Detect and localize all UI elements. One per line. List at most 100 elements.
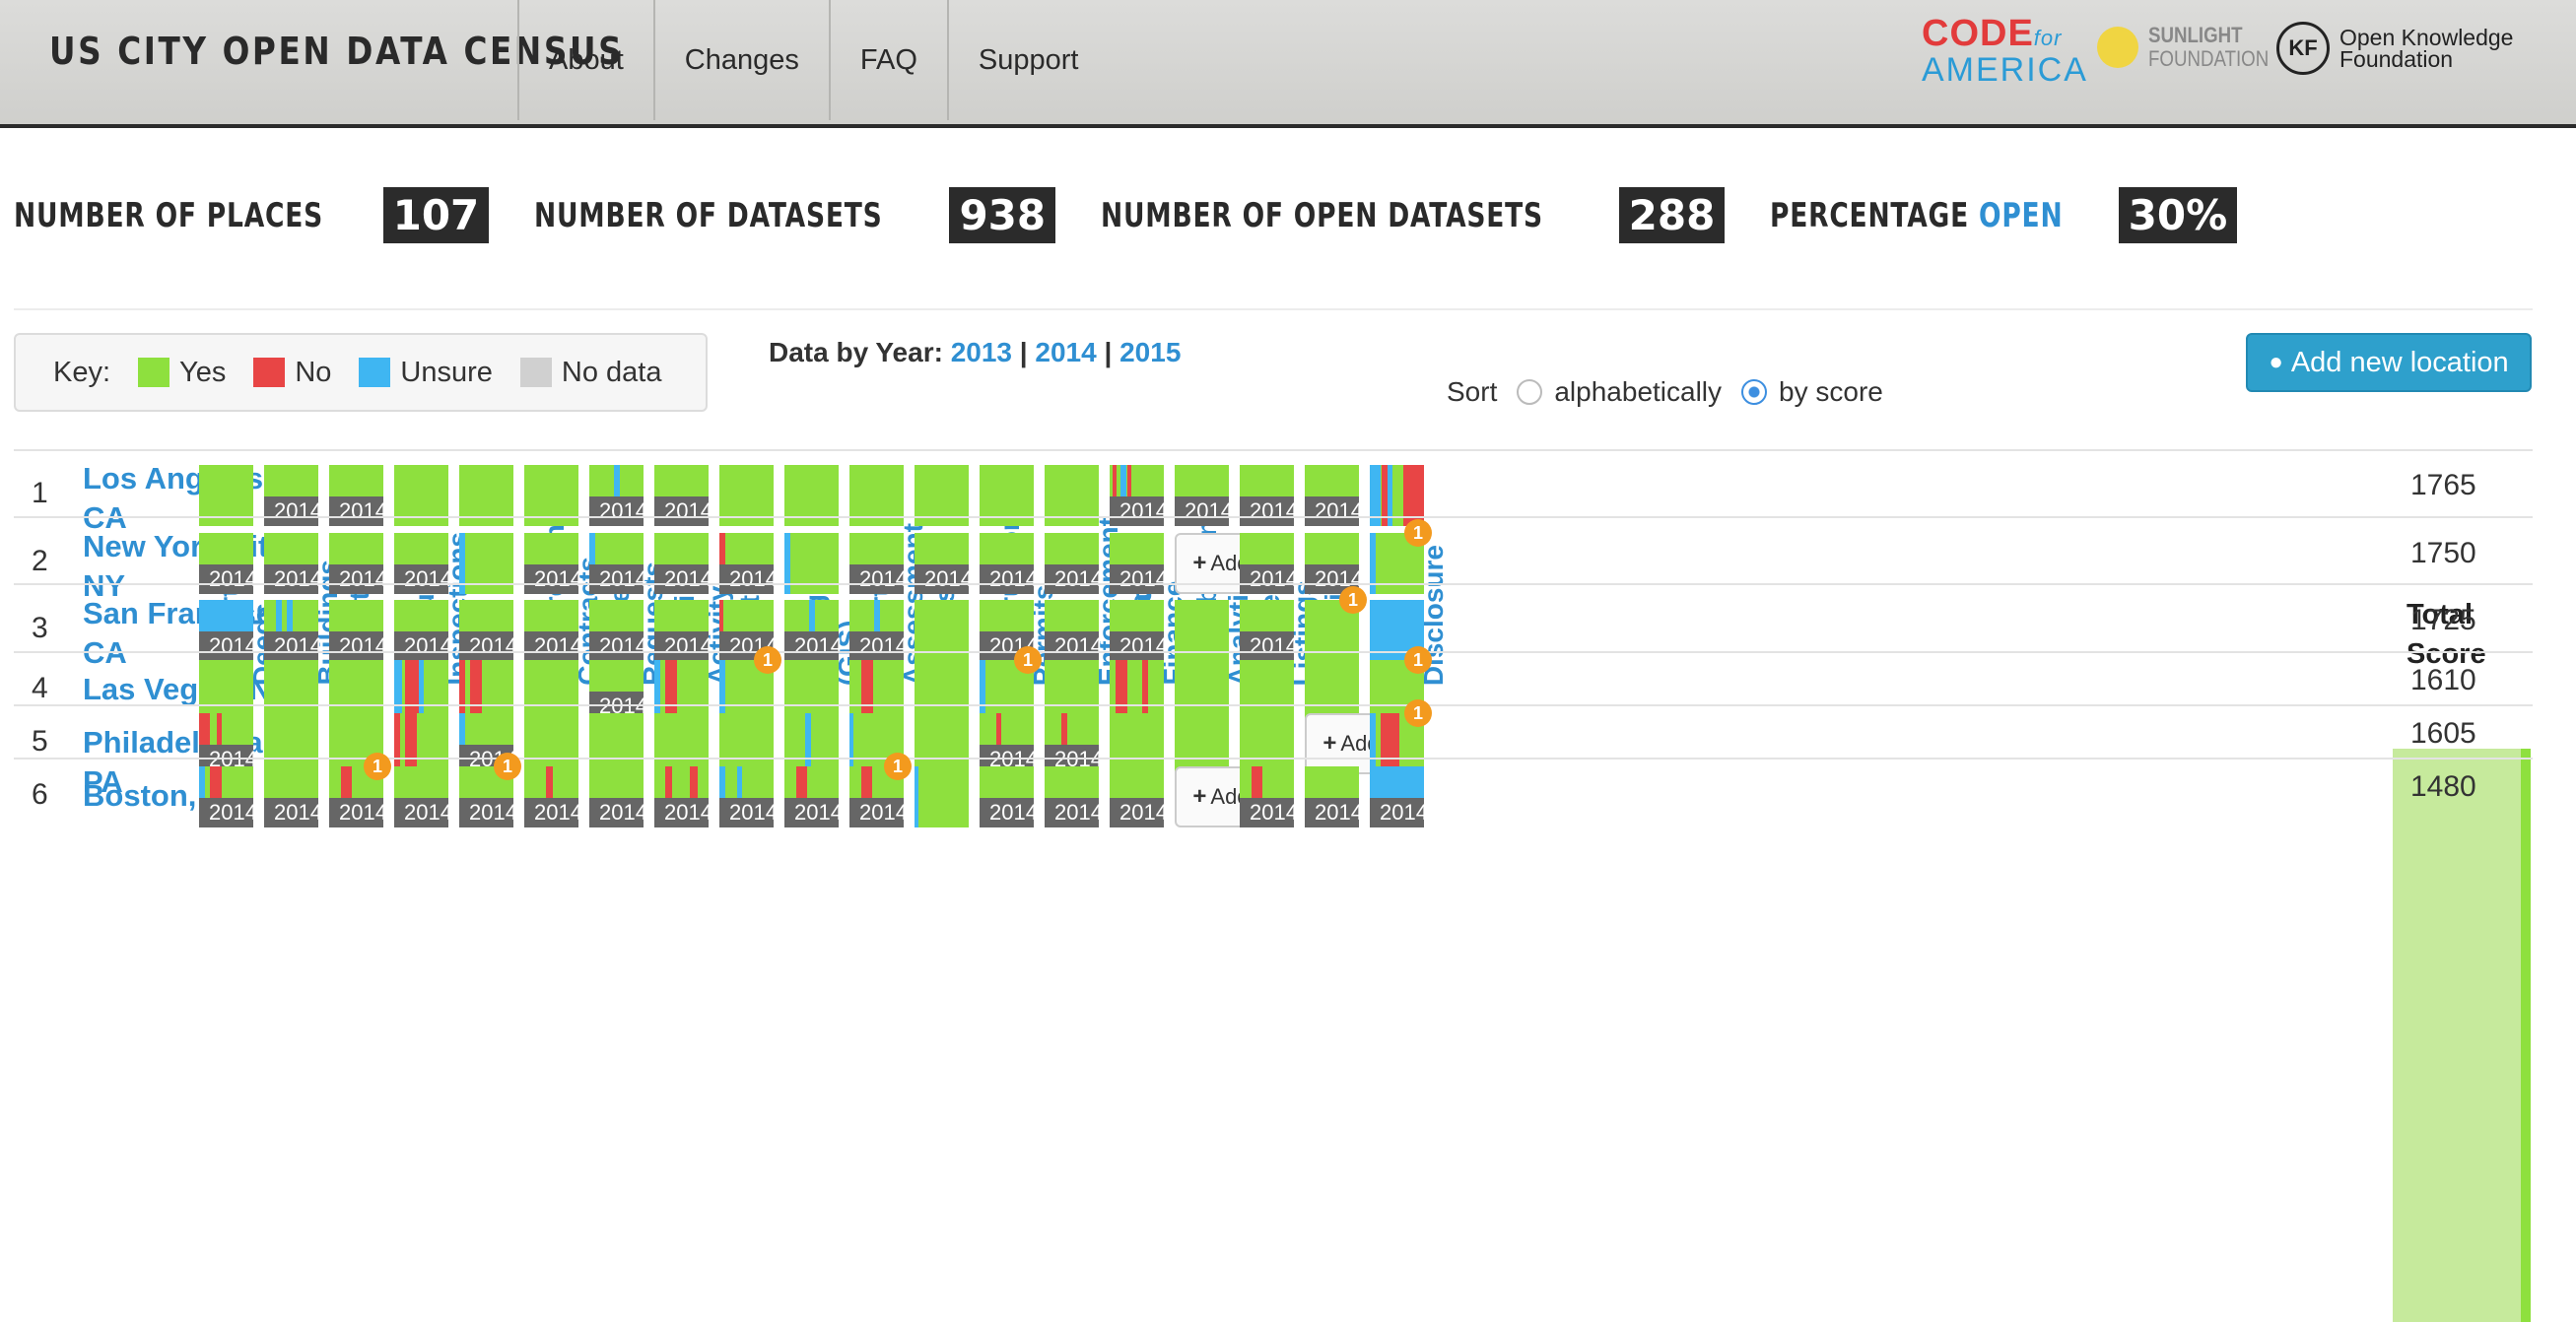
dataset-status-cell[interactable]: 2014	[394, 766, 452, 827]
status-no-segment	[405, 660, 419, 721]
dataset-status-cell[interactable]	[654, 660, 709, 721]
dataset-status-cell[interactable]: 2014	[1110, 766, 1168, 827]
dataset-status-cell[interactable]	[459, 660, 513, 721]
dataset-status-cell[interactable]: 2014 1	[329, 753, 391, 827]
dataset-status-cell[interactable]: 2014	[589, 766, 647, 827]
year-link-2013[interactable]: 2013	[951, 337, 1012, 367]
dataset-status-cell[interactable]: 2014	[1240, 766, 1298, 827]
dataset-status-cell[interactable]: 2014	[784, 766, 843, 827]
year-tag: 2014	[589, 631, 647, 661]
dataset-status-cell[interactable]: 2014	[719, 766, 778, 827]
notification-badge[interactable]: 1	[1339, 586, 1367, 614]
key-yes: Yes	[179, 356, 227, 388]
dataset-status-cell[interactable]: 2014 1	[849, 753, 912, 827]
dataset-status-cell[interactable]	[915, 766, 969, 827]
nav-support[interactable]: Support	[946, 0, 1109, 120]
sort-by-score-label[interactable]: by score	[1779, 376, 1883, 408]
years-label: Data by Year:	[769, 337, 943, 367]
dataset-status-cell[interactable]	[784, 660, 839, 721]
dataset-status-cell[interactable]: 1	[719, 646, 781, 721]
key-no-data: No data	[561, 356, 662, 388]
dataset-status-cell[interactable]: 1	[980, 646, 1042, 721]
dataset-status-cell[interactable]	[524, 713, 578, 774]
dataset-status-cell[interactable]	[1240, 713, 1294, 774]
year-tag: 2014	[980, 798, 1038, 827]
nav-about[interactable]: About	[517, 0, 653, 120]
rank-number: 3	[32, 612, 48, 644]
dataset-status-cell[interactable]: 2014	[1045, 766, 1103, 827]
status-unsure-segment	[849, 713, 854, 774]
code-for-america-logo[interactable]: CODEfor AMERICA	[1922, 15, 2088, 87]
notification-badge[interactable]: 1	[494, 753, 521, 780]
year-tag: 2014	[849, 798, 908, 827]
dataset-status-cell[interactable]: 1	[1370, 699, 1432, 774]
notification-badge[interactable]: 1	[884, 753, 912, 780]
dataset-status-cell[interactable]	[394, 660, 448, 721]
dataset-status-cell[interactable]	[915, 713, 969, 774]
status-unsure-segment	[980, 660, 985, 721]
year-tag: 2014	[459, 798, 517, 827]
dataset-status-cell[interactable]: 2014	[1305, 766, 1363, 827]
year-tag: 2014	[1110, 496, 1168, 526]
year-tag: 2014	[394, 631, 452, 661]
add-new-location-button[interactable]: ● Add new location	[2246, 333, 2532, 392]
open-knowledge-foundation-logo[interactable]: KF Open Knowledge Foundation	[2276, 22, 2513, 75]
stat-open-datasets: NUMBER OF OPEN DATASETS 288	[1101, 187, 1726, 243]
dataset-status-cell[interactable]	[654, 713, 709, 774]
dataset-status-cell[interactable]	[524, 660, 578, 721]
year-link-2015[interactable]: 2015	[1119, 337, 1181, 367]
status-no-segment	[405, 713, 418, 774]
dataset-status-cell[interactable]	[329, 660, 383, 721]
year-tag: 2014	[329, 564, 387, 594]
dataset-status-cell[interactable]	[264, 660, 318, 721]
dataset-status-cell[interactable]	[1110, 660, 1164, 721]
dataset-status-cell[interactable]	[199, 660, 253, 721]
dataset-status-cell[interactable]	[784, 713, 839, 774]
dataset-status-cell[interactable]	[1045, 660, 1099, 721]
dataset-status-cell[interactable]: 2014	[1370, 766, 1428, 827]
notification-badge[interactable]: 1	[1404, 519, 1432, 547]
notification-badge[interactable]: 1	[1014, 646, 1042, 674]
dataset-status-cell[interactable]: 2014	[199, 766, 257, 827]
sort-alphabetically-label[interactable]: alphabetically	[1554, 376, 1722, 408]
sort-label: Sort	[1447, 376, 1498, 407]
notification-badge[interactable]: 1	[1404, 699, 1432, 727]
notification-badge[interactable]: 1	[754, 646, 781, 674]
status-no-segment	[861, 660, 874, 721]
stat-value: 107	[382, 187, 490, 243]
dataset-status-cell[interactable]: 2014	[264, 766, 322, 827]
yes-swatch	[138, 358, 170, 387]
status-unsure-segment	[719, 660, 725, 721]
dataset-status-cell[interactable]: 2014	[980, 713, 1038, 774]
dataset-status-cell[interactable]	[394, 713, 448, 774]
dataset-status-cell[interactable]	[1110, 713, 1164, 774]
legend-key: Key: Yes No Unsure No data	[14, 333, 708, 412]
dataset-status-cell[interactable]	[1305, 660, 1359, 721]
sunlight-foundation-logo[interactable]: SUNLIGHT FOUNDATION	[2097, 24, 2290, 71]
dataset-status-cell[interactable]	[1175, 660, 1229, 721]
no-swatch	[253, 358, 286, 387]
dataset-status-cell[interactable]	[589, 713, 644, 774]
dataset-status-cell[interactable]: 2014 1	[459, 753, 521, 827]
dataset-status-cell[interactable]: 2014	[980, 766, 1038, 827]
nav-faq[interactable]: FAQ	[828, 0, 947, 120]
dataset-status-cell[interactable]: 2014	[199, 713, 257, 774]
year-tag: 2014	[329, 631, 387, 661]
dataset-status-cell[interactable]	[1240, 660, 1294, 721]
nav-changes[interactable]: Changes	[652, 0, 829, 120]
sort-alphabetically-radio[interactable]	[1517, 379, 1543, 405]
year-link-2014[interactable]: 2014	[1035, 337, 1096, 367]
notification-badge[interactable]: 1	[364, 753, 391, 780]
dataset-status-cell[interactable]	[719, 713, 774, 774]
sort-by-score-radio[interactable]	[1741, 379, 1768, 405]
dataset-status-cell[interactable]	[915, 660, 969, 721]
dataset-status-cell[interactable]	[1175, 713, 1229, 774]
dataset-status-cell[interactable]: 2014	[524, 766, 582, 827]
dataset-status-cell[interactable]	[264, 713, 318, 774]
notification-badge[interactable]: 1	[1404, 646, 1432, 674]
dataset-status-cell[interactable]: 2014	[1045, 713, 1103, 774]
year-selector: Data by Year: 2013 | 2014 | 2015	[769, 337, 1181, 368]
dataset-status-cell[interactable]	[849, 660, 904, 721]
dataset-status-cell[interactable]: 2014	[654, 766, 712, 827]
dataset-status-cell[interactable]: 2014	[589, 660, 647, 721]
